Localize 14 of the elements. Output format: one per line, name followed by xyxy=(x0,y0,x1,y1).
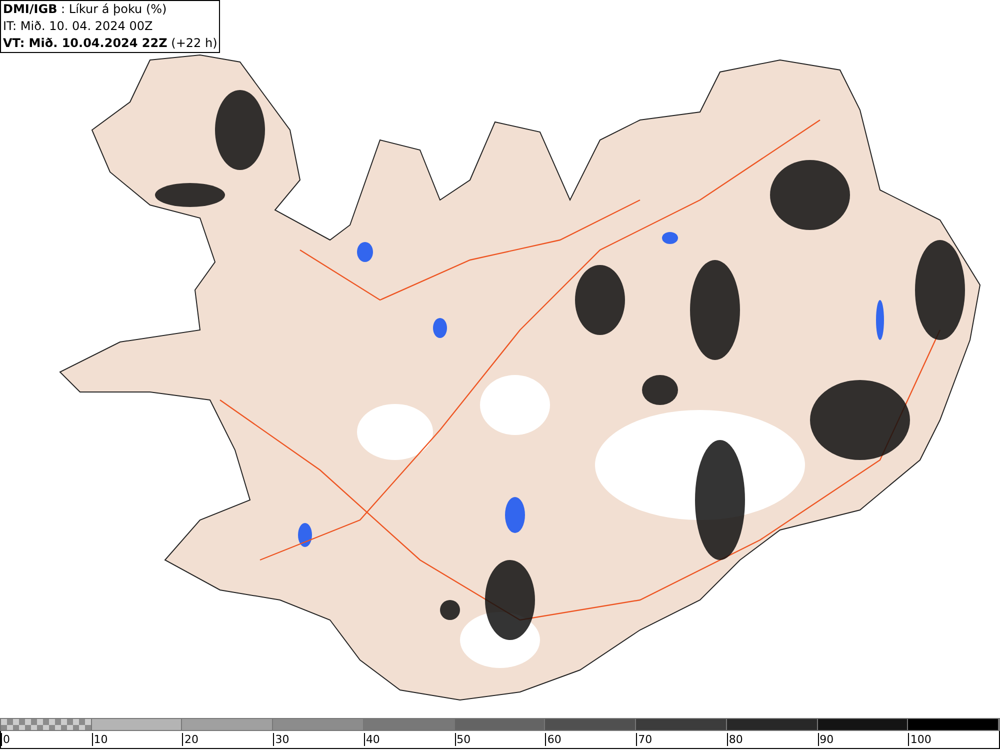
scale-label: 30 xyxy=(273,733,290,746)
scale-label: 60 xyxy=(545,733,562,746)
scale-label: 100 xyxy=(908,733,932,746)
scale-label: 50 xyxy=(454,733,471,746)
scale-label: 90 xyxy=(818,733,834,746)
scale-label: 10 xyxy=(92,733,108,746)
scale-label: 70 xyxy=(636,733,652,746)
header-text: VT: Mið. 10.04.2024 22Z (+22 h) xyxy=(3,35,218,52)
scale-label: 0 xyxy=(1,733,10,746)
scale-label: 20 xyxy=(182,733,198,746)
scale-label: 80 xyxy=(726,733,743,746)
header-text: DMI/IGB : Líkur á þoku (%) xyxy=(3,1,168,18)
scale-label: 40 xyxy=(364,733,380,746)
header-text: IT: Mið. 10. 04. 2024 00Z xyxy=(3,18,154,35)
